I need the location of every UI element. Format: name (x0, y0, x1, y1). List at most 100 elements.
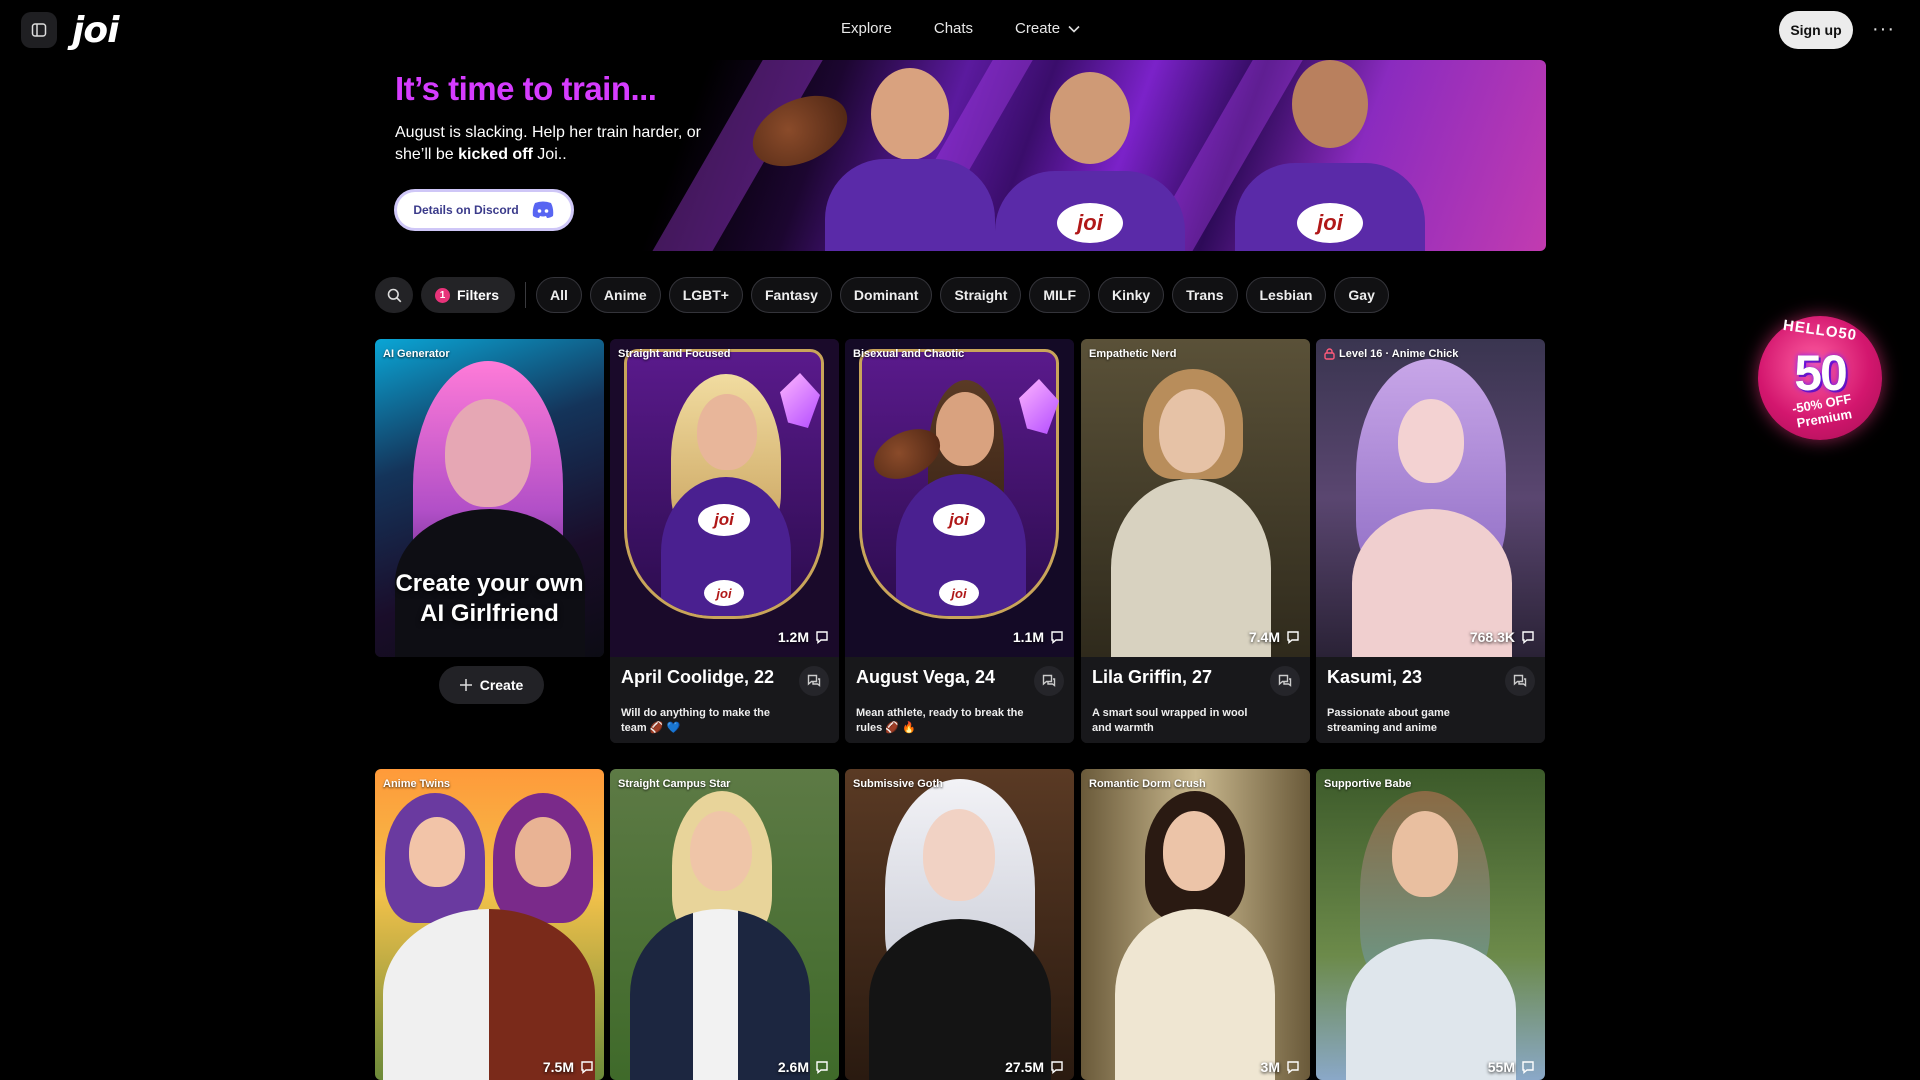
filters-count-badge: 1 (435, 287, 450, 303)
athlete-image-1 (825, 60, 995, 251)
chat-count-value: 7.4M (1248, 629, 1280, 645)
card-tag: Bisexual and Chaotic (853, 348, 965, 360)
start-chat-button[interactable] (1034, 666, 1064, 696)
card-tag: Anime Twins (383, 778, 451, 790)
ai-generator-card[interactable]: AI Generator Create your own AI Girlfrie… (375, 339, 604, 657)
athlete-face (1292, 60, 1368, 148)
character-image (1316, 339, 1545, 657)
character-image (1081, 339, 1310, 657)
card-tag: Empathetic Nerd (1089, 348, 1177, 360)
character-body (1115, 909, 1275, 1080)
chat-count: 2.6M (778, 1059, 829, 1075)
message-icon (816, 1061, 828, 1074)
joi-crest-logo: joi (933, 504, 985, 536)
discord-details-button[interactable]: Details on Discord (394, 189, 574, 231)
chat-count: 1.1M (1013, 629, 1064, 645)
character-body (630, 909, 810, 1080)
character-card[interactable]: joi joi Straight and Focused 1.2M April … (610, 339, 839, 743)
character-card[interactable]: Straight Campus Star 2.6M (610, 769, 839, 1080)
character-card[interactable]: Romantic Dorm Crush 3M (1081, 769, 1310, 1080)
chip-fantasy[interactable]: Fantasy (750, 277, 832, 313)
chat-count: 7.5M (543, 1059, 594, 1075)
headline-line-2: AI Girlfriend (420, 600, 559, 627)
character-image (610, 769, 839, 1080)
character-card[interactable]: joi joi Bisexual and Chaotic 1.1M August… (845, 339, 1074, 743)
character-name: Lila Griffin, 27 (1092, 667, 1213, 687)
athlete-jersey (825, 159, 995, 251)
message-icon (1051, 631, 1063, 644)
create-character-button[interactable]: Create (439, 666, 544, 704)
banner-subtitle: August is slacking. Help her train harde… (395, 122, 715, 166)
sidebar-icon (31, 23, 47, 37)
chat-count: 7.4M (1249, 629, 1300, 645)
chat-count-value: 55M (1487, 1059, 1515, 1075)
chat-bubble-icon (1513, 674, 1527, 687)
chip-dominant[interactable]: Dominant (839, 277, 933, 313)
promo-discount-badge[interactable]: HELLO50 50 -50% OFF Premium (1758, 316, 1882, 440)
sidebar-toggle-button[interactable] (21, 12, 57, 48)
character-card[interactable]: Empathetic Nerd 7.4M Lila Griffin, 27 A … (1081, 339, 1310, 743)
chat-count-value: 768.3K (1469, 629, 1515, 645)
chip-trans[interactable]: Trans (1172, 277, 1238, 313)
chip-anime[interactable]: Anime (589, 277, 661, 313)
banner-subtitle-bold: kicked off (458, 146, 533, 163)
search-button[interactable] (375, 277, 413, 313)
character-info: Lila Griffin, 27 A smart soul wrapped in… (1081, 657, 1310, 743)
character-image (845, 769, 1074, 1080)
promo-banner[interactable]: joi joi It’s time to train... August is … (375, 60, 1546, 251)
more-options-icon[interactable]: ··· (1872, 18, 1895, 41)
signup-button[interactable]: Sign up (1779, 11, 1853, 49)
start-chat-button[interactable] (1270, 666, 1300, 696)
filter-bar: 1 Filters All Anime LGBT+ Fantasy Domina… (375, 277, 1389, 313)
chat-count-value: 7.5M (542, 1059, 574, 1075)
character-face (1159, 389, 1225, 473)
chip-all[interactable]: All (536, 277, 582, 313)
athlete-face (871, 68, 949, 160)
nav-explore[interactable]: Explore (841, 20, 892, 37)
joi-jersey-logo: joi (1057, 203, 1123, 243)
card-tag: AI Generator (383, 348, 450, 360)
filters-button[interactable]: 1 Filters (421, 277, 516, 313)
chat-count-value: 3M (1260, 1059, 1280, 1075)
chip-gay[interactable]: Gay (1334, 277, 1389, 313)
discord-button-label: Details on Discord (413, 203, 519, 217)
start-chat-button[interactable] (799, 666, 829, 696)
lock-icon (1324, 348, 1335, 360)
chat-bubble-icon (807, 674, 821, 687)
message-icon (1287, 631, 1299, 644)
chip-straight[interactable]: Straight (940, 277, 1022, 313)
character-card[interactable]: Submissive Goth 27.5M (845, 769, 1074, 1080)
character-info: August Vega, 24 Mean athlete, ready to b… (845, 657, 1074, 743)
character-face (1163, 811, 1225, 891)
character-card[interactable]: Anime Twins 7.5M (375, 769, 604, 1080)
nav-chats-label: Chats (933, 20, 974, 37)
character-image (1316, 769, 1545, 1080)
message-icon (1522, 631, 1534, 644)
joi-logo[interactable]: joi (72, 10, 119, 51)
top-bar: joi Explore Chats Create Sign up ··· (0, 0, 1920, 60)
athlete-image-3: joi (1235, 60, 1425, 251)
chat-count-value: 1.2M (777, 629, 809, 645)
chip-lesbian[interactable]: Lesbian (1245, 277, 1327, 313)
character-description: A smart soul wrapped in wool and warmth (1092, 707, 1248, 734)
chip-lgbt[interactable]: LGBT+ (668, 277, 743, 313)
character-face (690, 811, 752, 891)
nav-create[interactable]: Create (1015, 20, 1080, 37)
create-own-headline: Create your own AI Girlfriend (375, 569, 604, 629)
nav-chats[interactable]: Chats (934, 20, 973, 37)
start-chat-button[interactable] (1505, 666, 1535, 696)
chat-bubble-icon (1278, 674, 1292, 687)
chat-count: 55M (1488, 1059, 1535, 1075)
character-face (1398, 399, 1464, 483)
character-face (697, 394, 757, 470)
character-face (936, 392, 994, 466)
chip-milf[interactable]: MILF (1029, 277, 1091, 313)
chat-count: 27.5M (1005, 1059, 1064, 1075)
chip-kinky[interactable]: Kinky (1098, 277, 1165, 313)
chat-count-value: 27.5M (1005, 1059, 1044, 1075)
character-image: joi joi (845, 339, 1074, 657)
character-name: August Vega, 24 (856, 667, 996, 687)
character-card[interactable]: Level 16 · Anime Chick 768.3K Kasumi, 23… (1316, 339, 1545, 743)
character-card[interactable]: Supportive Babe 55M (1316, 769, 1545, 1080)
card-tag: Submissive Goth (853, 778, 943, 790)
